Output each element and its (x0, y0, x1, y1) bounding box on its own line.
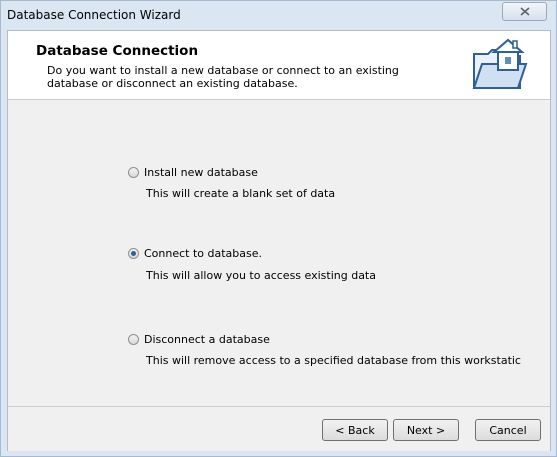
page-description: Do you want to install a new database or… (47, 64, 399, 90)
option-disconnect-database[interactable]: Disconnect a database (128, 333, 270, 346)
option-label: Disconnect a database (144, 333, 270, 346)
option-install-new-database[interactable]: Install new database (128, 166, 258, 179)
cancel-button[interactable]: Cancel (475, 419, 541, 441)
next-button[interactable]: Next > (393, 419, 459, 441)
option-connect-to-database[interactable]: Connect to database. (128, 247, 262, 260)
title-bar[interactable]: Database Connection Wizard (1, 1, 556, 30)
wizard-client-area: Database Connection Do you want to insta… (7, 30, 551, 451)
close-button[interactable] (502, 2, 547, 21)
option-description: This will remove access to a specified d… (146, 354, 521, 367)
folder-house-icon (472, 38, 528, 89)
option-description: This will create a blank set of data (146, 187, 336, 200)
option-description: This will allow you to access existing d… (146, 269, 376, 282)
radio-disconnect[interactable] (128, 334, 139, 345)
radio-connect[interactable] (128, 248, 139, 259)
wizard-header: Database Connection Do you want to insta… (8, 31, 550, 100)
radio-install[interactable] (128, 167, 139, 178)
button-bar: < Back Next > Cancel (8, 406, 550, 451)
radio-selected-dot (131, 251, 136, 256)
option-label: Connect to database. (144, 247, 263, 260)
option-label: Install new database (144, 166, 258, 179)
window-title: Database Connection Wizard (7, 8, 181, 22)
wizard-body: Install new database This will create a … (8, 100, 550, 406)
page-title: Database Connection (36, 43, 199, 59)
wizard-window: Database Connection Wizard Database Conn… (0, 0, 557, 457)
close-icon (519, 7, 530, 16)
back-button[interactable]: < Back (322, 419, 388, 441)
